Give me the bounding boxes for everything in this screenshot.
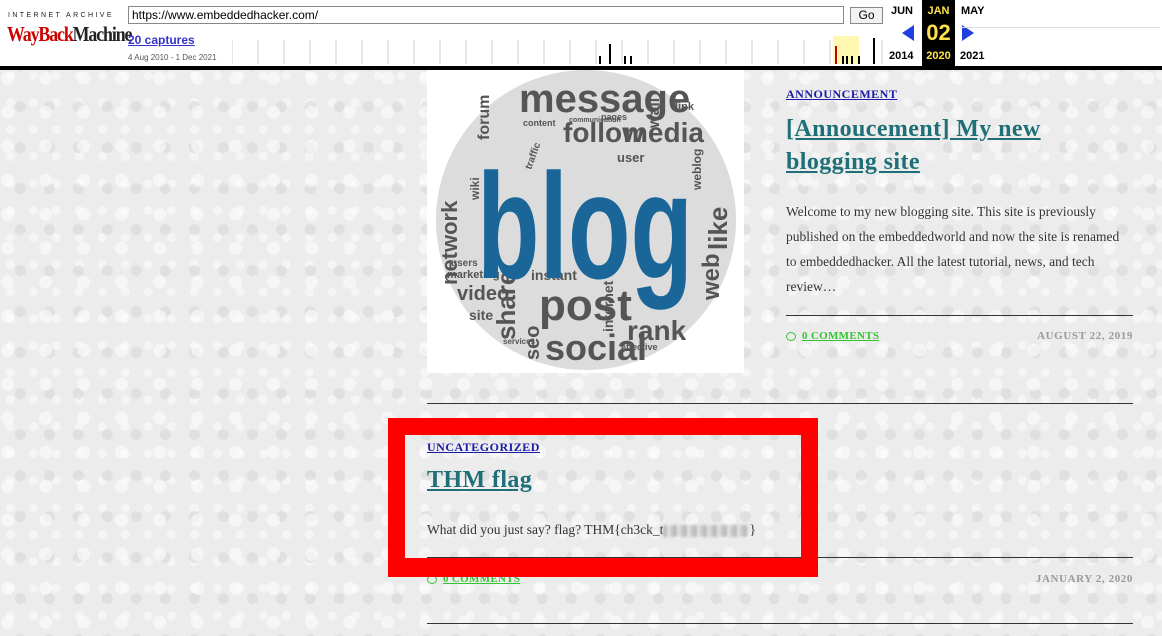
word-like: like: [703, 207, 733, 250]
captures-link[interactable]: 20 captures: [128, 33, 195, 47]
comment-bubble-icon: [786, 331, 796, 341]
word-blog: blog: [477, 142, 693, 310]
current-day: 02: [926, 20, 951, 45]
go-button[interactable]: Go: [850, 7, 883, 24]
word-web: web: [698, 253, 725, 301]
capture-date-range: 4 Aug 2010 - 1 Dec 2021: [128, 53, 217, 62]
post-title-announcement[interactable]: [Annoucement] My new blogging site: [786, 113, 1041, 179]
post-date: AUGUST 22, 2019: [1037, 330, 1133, 342]
internet-archive-label: INTERNET ARCHIVE: [8, 12, 114, 19]
word-effective: effective: [621, 342, 658, 352]
highlight-annotation-box: [388, 418, 818, 577]
post-category-announcement[interactable]: ANNOUNCEMENT: [786, 87, 897, 102]
captures-sparkline[interactable]: [232, 34, 886, 64]
current-month: JAN: [927, 5, 950, 17]
wayback-toolbar: INTERNET ARCHIVE WayBackMachine https://…: [0, 0, 1162, 70]
current-year: 2020: [926, 50, 951, 62]
word-communication: communication: [569, 117, 621, 124]
post-separator: [427, 623, 1133, 624]
next-month-label[interactable]: MAY: [961, 5, 984, 17]
prev-year-label[interactable]: 2014: [889, 50, 913, 62]
blog-word-cloud-image[interactable]: message forum wall link follow media net…: [427, 70, 744, 373]
word-forum: forum: [476, 95, 493, 140]
word-link: link: [675, 101, 695, 113]
post-separator: [427, 403, 1133, 404]
toolbar-divider: [960, 27, 1160, 28]
prev-month-label[interactable]: JUN: [891, 5, 913, 17]
url-input[interactable]: https://www.embeddedhacker.com/: [128, 6, 844, 24]
word-content: content: [523, 118, 556, 128]
word-users: users: [451, 258, 478, 269]
post-divider: [786, 315, 1133, 316]
current-capture-date: JAN 02 2020: [922, 0, 955, 66]
post-date: JANUARY 2, 2020: [1035, 573, 1133, 585]
comments-link[interactable]: 0 COMMENTS: [786, 330, 879, 342]
next-year-label[interactable]: 2021: [960, 50, 984, 62]
post-excerpt-announcement: Welcome to my new blogging site. This si…: [786, 204, 1120, 294]
word-services: services: [503, 337, 536, 346]
wayback-machine-logo[interactable]: WayBackMachine: [7, 22, 132, 47]
prev-capture-arrow-icon[interactable]: [902, 25, 914, 41]
